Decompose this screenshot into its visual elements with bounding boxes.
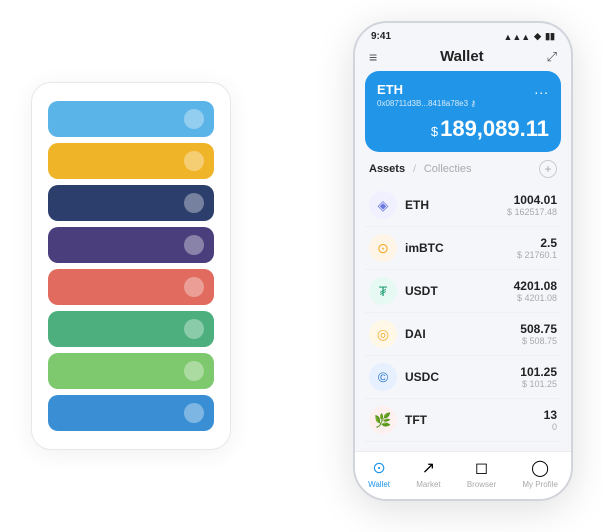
- tab-collecties[interactable]: Collecties: [424, 163, 472, 175]
- asset-value: 0: [544, 422, 557, 432]
- card-item[interactable]: [48, 353, 214, 389]
- asset-icon: 🌿: [369, 406, 397, 434]
- nav-item-my-profile[interactable]: ◯ My Profile: [522, 458, 558, 489]
- nav-icon: ↗: [422, 458, 435, 478]
- eth-balance: $189,089.11: [377, 116, 549, 142]
- eth-balance-amount: 189,089.11: [440, 116, 549, 141]
- asset-right: 2.5$ 21760.1: [517, 236, 557, 260]
- nav-icon: ⊙: [372, 458, 385, 478]
- asset-left: ◈ ETH: [369, 191, 429, 219]
- add-asset-button[interactable]: +: [539, 160, 557, 178]
- nav-icon: ◯: [531, 458, 549, 478]
- asset-amount: 2.5: [517, 236, 557, 250]
- page-title: Wallet: [440, 48, 484, 65]
- signal-icon: ▲▲▲: [503, 32, 530, 42]
- card-dot-icon: [184, 277, 204, 297]
- asset-list-item[interactable]: ◎ DAI 508.75$ 508.75: [365, 313, 561, 356]
- asset-right: 4201.08$ 4201.08: [514, 279, 557, 303]
- assets-tabs: Assets / Collecties: [369, 163, 472, 175]
- asset-name: ETH: [405, 198, 429, 212]
- asset-name: DAI: [405, 327, 426, 341]
- menu-icon[interactable]: ≡: [369, 49, 377, 65]
- asset-right: 101.25$ 101.25: [520, 365, 557, 389]
- asset-icon: ⊙: [369, 234, 397, 262]
- asset-left: ₮ USDT: [369, 277, 438, 305]
- card-dot-icon: [184, 151, 204, 171]
- asset-right: 130: [544, 408, 557, 432]
- card-dot-icon: [184, 235, 204, 255]
- nav-label: My Profile: [522, 480, 558, 489]
- asset-amount: 1004.01: [507, 193, 557, 207]
- nav-label: Wallet: [368, 480, 390, 489]
- eth-card-menu[interactable]: ...: [534, 81, 549, 97]
- card-item[interactable]: [48, 227, 214, 263]
- card-item[interactable]: [48, 395, 214, 431]
- tab-divider: /: [413, 164, 416, 175]
- asset-list-item[interactable]: © USDC 101.25$ 101.25: [365, 356, 561, 399]
- asset-list-item[interactable]: 🌿 TFT 130: [365, 399, 561, 442]
- battery-icon: ▮▮: [545, 31, 555, 42]
- asset-value: $ 21760.1: [517, 250, 557, 260]
- status-time: 9:41: [371, 31, 391, 42]
- asset-list-item[interactable]: ⊙ imBTC 2.5$ 21760.1: [365, 227, 561, 270]
- scene: 9:41 ▲▲▲ ◆ ▮▮ ≡ Wallet ⤢ ETH ... 0x08711…: [11, 11, 591, 521]
- phone-mockup: 9:41 ▲▲▲ ◆ ▮▮ ≡ Wallet ⤢ ETH ... 0x08711…: [353, 21, 573, 501]
- asset-left: 🌿 TFT: [369, 406, 427, 434]
- eth-balance-symbol: $: [431, 124, 438, 139]
- asset-icon: ©: [369, 363, 397, 391]
- card-dot-icon: [184, 109, 204, 129]
- card-dot-icon: [184, 319, 204, 339]
- asset-list: ◈ ETH 1004.01$ 162517.48 ⊙ imBTC 2.5$ 21760.1…: [355, 184, 571, 451]
- assets-header: Assets / Collecties +: [355, 160, 571, 184]
- card-item[interactable]: [48, 101, 214, 137]
- asset-right: 1004.01$ 162517.48: [507, 193, 557, 217]
- nav-label: Market: [416, 480, 440, 489]
- asset-amount: 13: [544, 408, 557, 422]
- asset-amount: 101.25: [520, 365, 557, 379]
- asset-name: TFT: [405, 413, 427, 427]
- asset-list-item[interactable]: ◈ ETH 1004.01$ 162517.48: [365, 184, 561, 227]
- card-item[interactable]: [48, 185, 214, 221]
- asset-left: ⊙ imBTC: [369, 234, 444, 262]
- card-item[interactable]: [48, 269, 214, 305]
- expand-icon[interactable]: ⤢: [547, 49, 557, 65]
- bottom-nav: ⊙ Wallet ↗ Market ◻ Browser ◯ My Profile: [355, 451, 571, 499]
- asset-value: $ 101.25: [520, 379, 557, 389]
- card-item[interactable]: [48, 311, 214, 347]
- status-icons: ▲▲▲ ◆ ▮▮: [503, 31, 555, 42]
- nav-label: Browser: [467, 480, 496, 489]
- asset-list-item[interactable]: ₮ USDT 4201.08$ 4201.08: [365, 270, 561, 313]
- card-dot-icon: [184, 403, 204, 423]
- eth-address: 0x08711d3B...8418a78e3 ⚷: [377, 99, 549, 108]
- nav-item-wallet[interactable]: ⊙ Wallet: [368, 458, 390, 489]
- wifi-icon: ◆: [534, 31, 541, 42]
- card-dot-icon: [184, 193, 204, 213]
- asset-icon: ₮: [369, 277, 397, 305]
- asset-left: ◎ DAI: [369, 320, 426, 348]
- asset-amount: 508.75: [520, 322, 557, 336]
- nav-item-browser[interactable]: ◻ Browser: [467, 458, 496, 489]
- asset-icon: ◈: [369, 191, 397, 219]
- eth-card-label: ETH: [377, 82, 403, 97]
- asset-name: USDT: [405, 284, 438, 298]
- nav-item-market[interactable]: ↗ Market: [416, 458, 440, 489]
- card-item[interactable]: [48, 143, 214, 179]
- phone-header: ≡ Wallet ⤢: [355, 44, 571, 71]
- nav-icon: ◻: [475, 458, 488, 478]
- asset-left: © USDC: [369, 363, 439, 391]
- asset-right: 508.75$ 508.75: [520, 322, 557, 346]
- asset-value: $ 508.75: [520, 336, 557, 346]
- card-dot-icon: [184, 361, 204, 381]
- asset-name: USDC: [405, 370, 439, 384]
- status-bar: 9:41 ▲▲▲ ◆ ▮▮: [355, 23, 571, 44]
- card-stack: [31, 82, 231, 450]
- asset-name: imBTC: [405, 241, 444, 255]
- asset-value: $ 4201.08: [514, 293, 557, 303]
- eth-card[interactable]: ETH ... 0x08711d3B...8418a78e3 ⚷ $189,08…: [365, 71, 561, 152]
- asset-value: $ 162517.48: [507, 207, 557, 217]
- tab-assets[interactable]: Assets: [369, 163, 405, 175]
- asset-amount: 4201.08: [514, 279, 557, 293]
- asset-icon: ◎: [369, 320, 397, 348]
